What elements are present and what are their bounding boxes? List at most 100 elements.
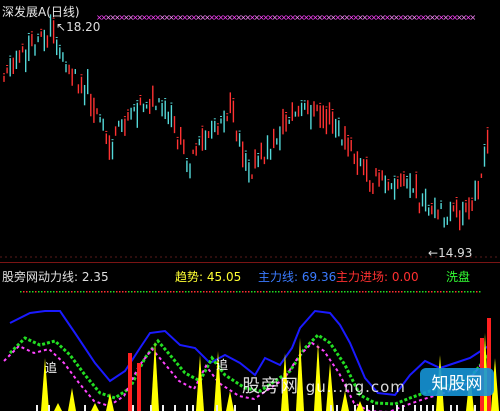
strip-dot [374, 291, 376, 293]
strip-dot [371, 291, 373, 293]
strip-dot [338, 291, 340, 293]
strip-dot [404, 291, 406, 293]
strip-dot [200, 291, 202, 293]
strip-dot [344, 291, 346, 293]
strip-dot [293, 291, 295, 293]
strip-dot [242, 291, 244, 293]
strip-dot [221, 291, 223, 293]
strip-dot [257, 291, 259, 293]
bottom-tick [132, 405, 134, 411]
low-arrow-icon: ← [428, 246, 439, 260]
bottom-tick [396, 405, 398, 411]
bottom-tick [192, 405, 194, 411]
strip-dot [398, 291, 400, 293]
strip-dot [74, 291, 76, 293]
strip-dot [284, 291, 286, 293]
strip-dot [149, 291, 151, 293]
bottom-tick [402, 405, 404, 411]
strip-dot [176, 291, 178, 293]
strip-dot [245, 291, 247, 293]
strip-dot [44, 291, 46, 293]
red-bar [137, 363, 141, 411]
strip-dot [86, 291, 88, 293]
strip-dot [47, 291, 49, 293]
strip-dot [38, 291, 40, 293]
strip-dot [191, 291, 193, 293]
strip-dot [209, 291, 211, 293]
strip-dot [461, 291, 463, 293]
strip-dot [113, 291, 115, 293]
strip-dot [83, 291, 85, 293]
bottom-tick [36, 405, 38, 411]
strip-dot [65, 291, 67, 293]
chase-marker: 追 [216, 358, 229, 372]
strip-dot [122, 291, 124, 293]
yellow-spike [226, 391, 234, 411]
strip-dot [452, 291, 454, 293]
site-logo: 知股网 [418, 364, 496, 400]
strip-dot [230, 291, 232, 293]
strip-dot [53, 291, 55, 293]
strip-dot [437, 291, 439, 293]
strip-dot [155, 291, 157, 293]
strip-dot [446, 291, 448, 293]
strip-dot [296, 291, 298, 293]
strip-dot [170, 291, 172, 293]
strip-dot [431, 291, 433, 293]
strip-dot [29, 291, 31, 293]
strip-dot [359, 291, 361, 293]
strip-dot [140, 291, 142, 293]
strip-dot [395, 291, 397, 293]
trend-value: 趋势: 45.05 [175, 270, 242, 284]
strip-dot [317, 291, 319, 293]
strip-dot [326, 291, 328, 293]
strip-dot [68, 291, 70, 293]
low-price-label: ←14.93 [428, 246, 473, 260]
bottom-tick [474, 405, 476, 411]
strip-dot [386, 291, 388, 293]
source-label: 股旁网 [2, 270, 39, 284]
strip-dot [407, 291, 409, 293]
strip-dot [413, 291, 415, 293]
strip-dot [101, 291, 103, 293]
red-bar [128, 353, 132, 411]
strip-dot [116, 291, 118, 293]
strip-dot [32, 291, 34, 293]
strip-dot [233, 291, 235, 293]
strip-dot [341, 291, 343, 293]
strip-dot [392, 291, 394, 293]
strip-dot [281, 291, 283, 293]
strip-dot [107, 291, 109, 293]
strip-dot [443, 291, 445, 293]
strip-dot [299, 291, 301, 293]
strip-dot [92, 291, 94, 293]
bottom-tick [414, 405, 416, 411]
chase-marker: 追 [45, 361, 58, 375]
strip-dot [449, 291, 451, 293]
strip-dot [380, 291, 382, 293]
strip-dot [110, 291, 112, 293]
strip-dot [308, 291, 310, 293]
price-panel[interactable]: × × × × × × × × × × × × × × × × × × × × × × × × × × × × × × × × × × × × × × × ×… [0, 0, 500, 262]
strip-dot [173, 291, 175, 293]
strip-dot [467, 291, 469, 293]
bottom-tick [216, 405, 218, 411]
strip-dot [239, 291, 241, 293]
strip-dot [350, 291, 352, 293]
strip-dot [389, 291, 391, 293]
strip-dot [434, 291, 436, 293]
strip-dot [137, 291, 139, 293]
yellow-spike [68, 388, 76, 411]
strip-dot [272, 291, 274, 293]
strip-dot [419, 291, 421, 293]
bottom-tick [456, 405, 458, 411]
strip-dot [197, 291, 199, 293]
strip-dot [470, 291, 472, 293]
strip-dot [98, 291, 100, 293]
strip-dot [251, 291, 253, 293]
bottom-tick [336, 405, 338, 411]
strip-dot [185, 291, 187, 293]
strip-dot [320, 291, 322, 293]
signal-marker: × [470, 13, 477, 22]
main-force-entry-value: 主力进场: 0.00 [336, 270, 419, 284]
